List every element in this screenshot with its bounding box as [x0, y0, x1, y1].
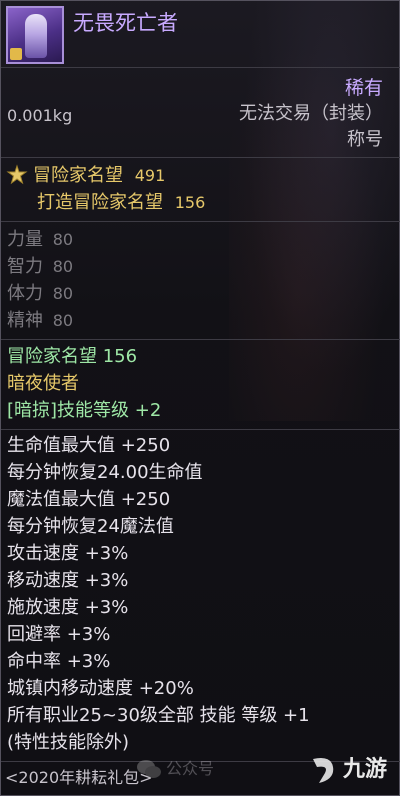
effect-line: 每分钟恢复24魔法值 [7, 516, 174, 537]
logo-icon [313, 758, 334, 783]
effect-line: (特性技能除外) [7, 732, 130, 753]
stat-value: 80 [52, 257, 74, 276]
adventurer-reputation-label: 冒险家名望 [33, 165, 123, 186]
stat-label: 智力 [7, 256, 43, 277]
item-name: 无畏死亡者 [73, 11, 178, 35]
rarity-label: 稀有 [344, 77, 383, 99]
stat-label: 力量 [7, 229, 43, 250]
lock-icon [10, 48, 22, 60]
adventurer-reputation-value: 491 [134, 166, 166, 185]
stat-label: 精神 [7, 310, 43, 331]
jiuyou-logo: 九游 [305, 751, 393, 791]
effect-line: 生命值最大值 +250 [7, 435, 171, 456]
adventurer-reputation: 冒险家名望 491 [33, 165, 165, 187]
watermark-text: 公众号 [166, 759, 215, 778]
crafted-reputation: 打造冒险家名望 156 [37, 192, 205, 214]
trade-status: 无法交易（封装） [239, 103, 383, 124]
effect-line: 命中率 +3% [7, 651, 111, 672]
effect-line: 攻击速度 +3% [7, 543, 129, 564]
effect-line: 移动速度 +3% [7, 570, 129, 591]
effect-line: 所有职业25~30级全部 技能 等级 +1 [7, 705, 310, 726]
divider [1, 429, 400, 430]
wechat-icon [137, 760, 161, 778]
stat-label: 体力 [7, 283, 43, 304]
divider [1, 67, 400, 68]
stat-value: 80 [52, 284, 74, 303]
stat-row: 体力 80 [7, 283, 73, 305]
item-weight: 0.001kg [7, 106, 73, 125]
stat-row: 力量 80 [7, 229, 73, 251]
effect-line: 城镇内移动速度 +20% [7, 678, 194, 699]
class-name: 暗夜使者 [7, 373, 79, 394]
watermark: 公众号 [136, 755, 276, 783]
skill-level-bonus: [暗掠]技能等级 +2 [7, 400, 162, 421]
stat-row: 智力 80 [7, 256, 73, 278]
effect-line: 施放速度 +3% [7, 597, 129, 618]
divider [1, 157, 400, 158]
item-tooltip: 无畏死亡者 稀有 0.001kg 无法交易（封装） 称号 冒险家名望 491 打… [0, 0, 400, 796]
item-source: <2020年耕耘礼包> [5, 768, 153, 787]
divider [1, 339, 400, 340]
crafted-reputation-label: 打造冒险家名望 [37, 192, 163, 213]
reputation-emblem-icon [6, 164, 28, 185]
effect-line: 回避率 +3% [7, 624, 111, 645]
background-art [229, 1, 399, 421]
stat-row: 精神 80 [7, 310, 73, 332]
stat-value: 80 [52, 230, 74, 249]
logo-text: 九游 [343, 757, 388, 782]
stat-value: 80 [52, 311, 74, 330]
green-reputation: 冒险家名望 156 [7, 346, 138, 367]
divider [1, 221, 400, 222]
effect-line: 每分钟恢复24.00生命值 [7, 462, 203, 483]
effect-line: 魔法值最大值 +250 [7, 489, 171, 510]
crafted-reputation-value: 156 [174, 193, 206, 212]
item-type: 称号 [347, 129, 383, 150]
avatar-item-icon[interactable] [6, 6, 64, 64]
avatar-figure [25, 14, 47, 58]
